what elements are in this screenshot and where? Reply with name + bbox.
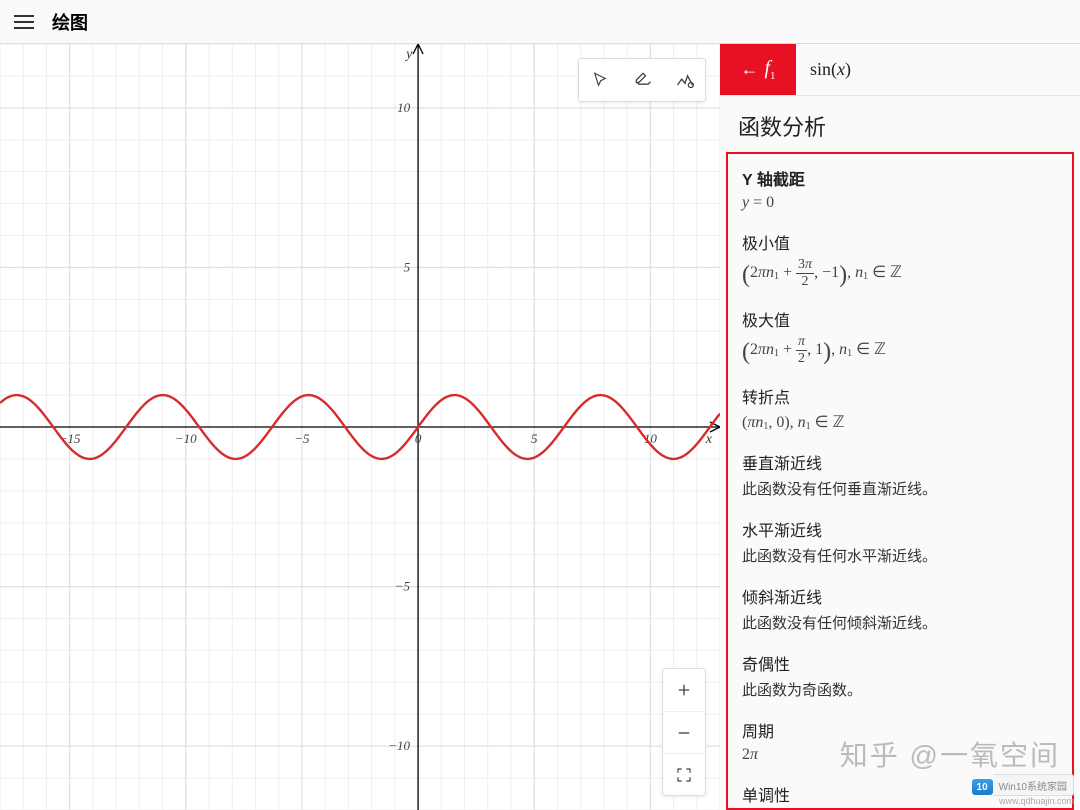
graph-settings-button[interactable] xyxy=(663,59,705,101)
analysis-label: 奇偶性 xyxy=(742,651,1058,675)
analysis-value: 此函数没有任何水平渐近线。 xyxy=(742,545,1058,566)
analysis-parity: 奇偶性 此函数为奇函数。 xyxy=(742,651,1058,700)
analysis-value: 此函数为奇函数。 xyxy=(742,679,1058,700)
graph-toolbar xyxy=(578,58,706,102)
analysis-box: Y 轴截距 y = 0 极小值 (2πn1 + 3π2, −1), n1 ∈ ℤ… xyxy=(726,152,1074,810)
analysis-monotonicity: 单调性 ( π 3π ) xyxy=(742,782,1058,810)
pointer-tool-button[interactable] xyxy=(579,59,621,101)
analysis-value: 此函数没有任何倾斜渐近线。 xyxy=(742,612,1058,633)
analysis-label: 倾斜渐近线 xyxy=(742,584,1058,608)
zoom-controls xyxy=(662,668,706,796)
analysis-label: Y 轴截距 xyxy=(742,166,1058,190)
svg-text:5: 5 xyxy=(404,259,411,274)
analysis-value: (2πn1 + π2, 1), n1 ∈ ℤ xyxy=(742,335,1058,366)
function-chip[interactable]: ← f1 xyxy=(720,44,796,95)
analysis-period: 周期 2π xyxy=(742,718,1058,764)
svg-text:−10: −10 xyxy=(175,431,197,446)
function-panel: ← f1 sin(x) 函数分析 Y 轴截距 y = 0 极小值 (2πn1 +… xyxy=(720,44,1080,810)
back-arrow-icon: ← xyxy=(740,59,758,80)
menu-icon[interactable] xyxy=(14,15,34,29)
analysis-minima: 极小值 (2πn1 + 3π2, −1), n1 ∈ ℤ xyxy=(742,230,1058,289)
zoom-fit-button[interactable] xyxy=(663,753,705,795)
analysis-label: 垂直渐近线 xyxy=(742,450,1058,474)
analysis-value: 此函数没有任何垂直渐近线。 xyxy=(742,478,1058,499)
analysis-horizontal-asymptote: 水平渐近线 此函数没有任何水平渐近线。 xyxy=(742,517,1058,566)
analysis-label: 周期 xyxy=(742,718,1058,742)
analysis-label: 极小值 xyxy=(742,230,1058,254)
analysis-inflection: 转折点 (πn1, 0), n1 ∈ ℤ xyxy=(742,384,1058,432)
zoom-in-button[interactable] xyxy=(663,669,705,711)
app-title: 绘图 xyxy=(52,9,88,35)
function-symbol: f1 xyxy=(764,57,775,82)
analysis-label: 转折点 xyxy=(742,384,1058,408)
svg-text:5: 5 xyxy=(531,431,538,446)
function-expression[interactable]: sin(x) xyxy=(796,44,1080,95)
analysis-label: 水平渐近线 xyxy=(742,517,1058,541)
share-button[interactable] xyxy=(621,59,663,101)
svg-text:y: y xyxy=(404,47,413,62)
svg-text:0: 0 xyxy=(415,431,422,446)
svg-text:−10: −10 xyxy=(388,738,410,753)
function-header: ← f1 sin(x) xyxy=(720,44,1080,96)
analysis-value: (2πn1 + 3π2, −1), n1 ∈ ℤ xyxy=(742,258,1058,289)
analysis-value: 2π xyxy=(742,746,1058,764)
analysis-label: 单调性 xyxy=(742,782,1058,806)
main-area: −15−10−50510−10−5510yx xyxy=(0,44,1080,810)
analysis-oblique-asymptote: 倾斜渐近线 此函数没有任何倾斜渐近线。 xyxy=(742,584,1058,633)
analysis-value: y = 0 xyxy=(742,194,1058,212)
svg-text:−5: −5 xyxy=(395,579,411,594)
analysis-value: (πn1, 0), n1 ∈ ℤ xyxy=(742,412,1058,432)
analysis-vertical-asymptote: 垂直渐近线 此函数没有任何垂直渐近线。 xyxy=(742,450,1058,499)
analysis-maxima: 极大值 (2πn1 + π2, 1), n1 ∈ ℤ xyxy=(742,307,1058,366)
zoom-out-button[interactable] xyxy=(663,711,705,753)
analysis-title: 函数分析 xyxy=(720,96,1080,152)
title-bar: 绘图 xyxy=(0,0,1080,44)
svg-text:10: 10 xyxy=(397,100,411,115)
analysis-label: 极大值 xyxy=(742,307,1058,331)
analysis-y-intercept: Y 轴截距 y = 0 xyxy=(742,166,1058,212)
graph-canvas[interactable]: −15−10−50510−10−5510yx xyxy=(0,44,720,810)
svg-text:−5: −5 xyxy=(294,431,310,446)
